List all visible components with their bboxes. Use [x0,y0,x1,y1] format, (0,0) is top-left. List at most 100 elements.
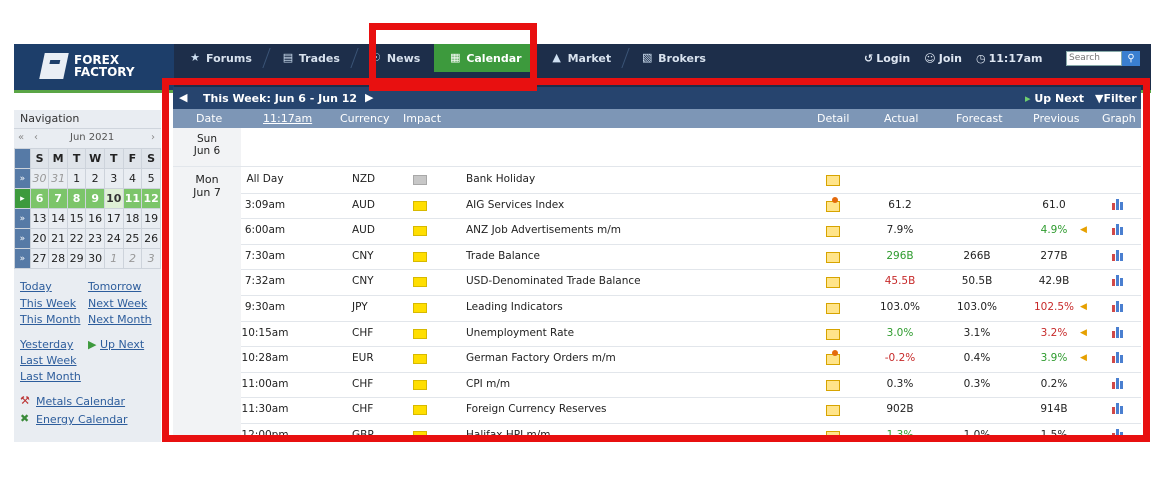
calendar-day[interactable]: 2 [85,168,105,189]
search-button[interactable]: ⚲ [1122,51,1140,66]
logo-text: FOREX FACTORY [74,54,135,78]
weekday-header: T [66,148,87,169]
calendar-day[interactable]: 29 [66,248,87,269]
clock-icon: ◷ [976,51,986,65]
energy-icon: ✖ [20,412,30,425]
mini-calendar: S M T W T F S » 30 31 1 2 3 4 5 ▸ 6 7 8 … [14,148,161,269]
calendar-day[interactable]: 25 [122,228,143,249]
calendar-day[interactable]: 23 [85,228,105,249]
nav-tab-brokers[interactable]: ▧ Brokers [626,44,720,72]
link-energy-calendar[interactable]: Energy Calendar [36,413,127,426]
calendar-day[interactable]: 26 [141,228,161,249]
link-this-week[interactable]: This Week [20,297,76,310]
week-select-icon[interactable]: » [14,248,31,269]
calendar-day[interactable]: 18 [122,208,143,229]
calendar-day[interactable]: 22 [66,228,87,249]
user-nav: ↺ Login ☺ Join ◷ 11:17am [864,44,1043,72]
nav-tab-trades[interactable]: ▤ Trades [267,44,354,72]
calendar-day[interactable]: 1 [103,248,124,269]
forums-icon: ★ [190,51,200,64]
search-icon: ⚲ [1127,53,1135,64]
sidebar-title: Navigation [14,110,161,129]
week-select-icon[interactable]: » [14,228,31,249]
calendar-day[interactable]: 16 [85,208,105,229]
trades-icon: ▤ [282,51,294,64]
prev-month-icon[interactable]: ‹ [34,129,38,147]
calendar-day[interactable]: 2 [122,248,143,269]
calendar-day[interactable]: 30 [29,168,50,189]
link-metals-calendar[interactable]: Metals Calendar [36,395,125,408]
calendar-day[interactable]: 7 [48,188,68,209]
weekday-header: S [29,148,50,169]
calendar-day[interactable]: 6 [29,188,50,209]
login-link[interactable]: ↺ Login [864,52,910,65]
nav-tab-label: Brokers [658,51,706,65]
week-select-icon[interactable]: » [14,168,31,189]
nav-tab-market[interactable]: ▲ Market [536,44,626,72]
nav-tab-label: Trades [298,51,340,65]
link-yesterday[interactable]: Yesterday [20,338,73,351]
logo-mark-icon [39,53,69,79]
weekday-header: S [141,148,161,169]
link-up-next[interactable]: Up Next [100,338,144,351]
logo-line2: FACTORY [74,65,135,79]
calendar-day-today[interactable]: 10 [103,188,124,209]
link-today[interactable]: Today [20,280,52,293]
weekday-header: W [85,148,105,169]
join-icon: ☺ [924,51,936,65]
calendar-day[interactable]: 19 [141,208,161,229]
month-selector: « ‹ Jun 2021 › [14,129,161,147]
search-input[interactable]: Search [1066,51,1122,66]
calendar-day[interactable]: 9 [85,188,105,209]
weekday-header: F [122,148,143,169]
calendar-day[interactable]: 5 [141,168,161,189]
calendar-day[interactable]: 1 [66,168,87,189]
join-label: Join [938,51,962,65]
calendar-day[interactable]: 20 [29,228,50,249]
metals-icon: ⚒ [20,394,30,407]
nav-tab-label: Forums [206,51,252,65]
calendar-day[interactable]: 3 [141,248,161,269]
link-last-week[interactable]: Last Week [20,354,77,367]
calendar-day[interactable]: 27 [29,248,50,269]
calendar-day[interactable]: 30 [85,248,105,269]
play-icon: ▶ [88,338,97,351]
link-tomorrow[interactable]: Tomorrow [88,280,141,293]
month-label: Jun 2021 [70,132,115,143]
calendar-day[interactable]: 11 [122,188,143,209]
calendar-day[interactable]: 28 [48,248,68,269]
join-link[interactable]: ☺ Join [924,52,962,65]
calendar-day[interactable]: 24 [103,228,124,249]
forex-factory-logo[interactable]: FOREX FACTORY [14,44,174,90]
highlight-calendar-table [162,78,1150,442]
nav-tab-forums[interactable]: ★ Forums [174,44,266,72]
next-month-icon[interactable]: › [151,129,155,147]
weekday-header: M [48,148,68,169]
calendar-day[interactable]: 8 [66,188,87,209]
week-selector-header [14,148,31,169]
brokers-icon: ▧ [641,51,653,64]
calendar-day[interactable]: 13 [29,208,50,229]
clock-time: 11:17am [988,51,1043,65]
market-icon: ▲ [552,51,561,64]
week-select-icon[interactable]: ▸ [14,188,31,209]
link-next-week[interactable]: Next Week [88,297,147,310]
link-last-month[interactable]: Last Month [20,370,81,383]
calendar-day[interactable]: 12 [141,188,161,209]
link-this-month[interactable]: This Month [20,313,80,326]
link-next-month[interactable]: Next Month [88,313,152,326]
calendar-day[interactable]: 4 [122,168,143,189]
calendar-day[interactable]: 17 [103,208,124,229]
week-select-icon[interactable]: » [14,208,31,229]
nav-tab-label: Market [567,51,612,65]
calendar-day[interactable]: 21 [48,228,68,249]
weekday-header: T [103,148,124,169]
sidebar-navigation: Navigation « ‹ Jun 2021 › S M T W T F S … [14,110,161,442]
calendar-day[interactable]: 31 [48,168,68,189]
login-label: Login [876,51,911,65]
clock[interactable]: ◷ 11:17am [976,52,1043,65]
prev-year-icon[interactable]: « [18,129,24,147]
calendar-day[interactable]: 3 [103,168,124,189]
calendar-day[interactable]: 14 [48,208,68,229]
calendar-day[interactable]: 15 [66,208,87,229]
